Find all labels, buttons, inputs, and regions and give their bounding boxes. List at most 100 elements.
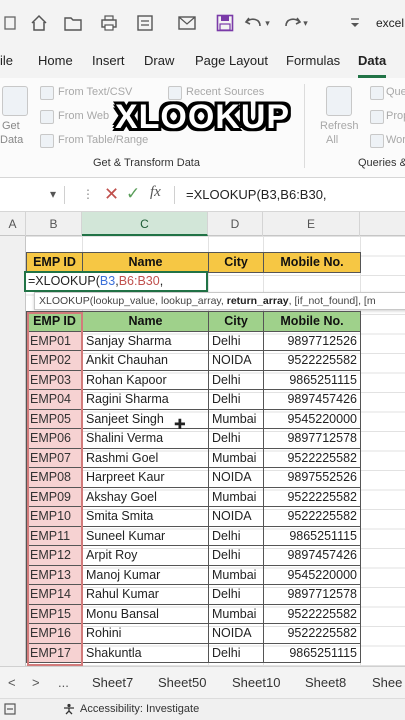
cell-city[interactable]: Delhi xyxy=(208,389,264,410)
cell-name[interactable]: Ragini Sharma xyxy=(82,389,209,410)
sheet-tab-sheet8[interactable]: Sheet8 xyxy=(305,675,346,690)
cell-mobile[interactable]: 9897712578 xyxy=(263,428,361,449)
sheet-tab-sheet50[interactable]: Sheet50 xyxy=(158,675,206,690)
ribbon-options-icon[interactable] xyxy=(2,12,18,34)
cell-city[interactable]: Delhi xyxy=(208,584,264,605)
cell-city[interactable]: Mumbai xyxy=(208,408,264,429)
form-icon[interactable] xyxy=(134,12,156,34)
cell-name[interactable]: Rashmi Goel xyxy=(82,447,209,468)
cell-emp-id[interactable]: EMP01 xyxy=(26,330,83,351)
more-sheets-button[interactable]: ... xyxy=(58,675,69,690)
cell-mobile[interactable]: 9522225582 xyxy=(263,447,361,468)
column-header-E[interactable]: E xyxy=(263,212,360,236)
cell-emp-id[interactable]: EMP10 xyxy=(26,506,83,527)
cell-name[interactable]: Smita Smita xyxy=(82,506,209,527)
cell-emp-id[interactable]: EMP13 xyxy=(26,564,83,585)
cell-emp-id[interactable]: EMP11 xyxy=(26,525,83,546)
cell-mobile[interactable]: 9897712578 xyxy=(263,584,361,605)
tab-insert[interactable]: Insert xyxy=(92,53,125,68)
cell-mobile[interactable]: 9865251115 xyxy=(263,642,361,663)
cell-mobile[interactable]: 9522225582 xyxy=(263,603,361,624)
insert-function-icon[interactable]: fx xyxy=(150,184,161,201)
cell-mobile[interactable]: 9897457426 xyxy=(263,389,361,410)
tab-draw[interactable]: Draw xyxy=(144,53,174,68)
cell-city[interactable]: Delhi xyxy=(208,545,264,566)
next-sheet-button[interactable]: > xyxy=(32,675,40,690)
cell-name[interactable]: Arpit Roy xyxy=(82,545,209,566)
name-box-dropdown-icon[interactable]: ▾ xyxy=(50,187,56,201)
function-tooltip[interactable]: XLOOKUP(lookup_value, lookup_array, retu… xyxy=(34,292,405,310)
cell-city[interactable]: Mumbai xyxy=(208,603,264,624)
cell-mobile[interactable]: 9522225582 xyxy=(263,350,361,371)
cell-city[interactable]: Delhi xyxy=(208,642,264,663)
queries-button[interactable]: Que xyxy=(386,86,405,98)
header-emp-id[interactable]: EMP ID xyxy=(26,311,83,332)
cell-city[interactable]: Delhi xyxy=(208,369,264,390)
tab-formulas[interactable]: Formulas xyxy=(286,53,340,68)
recent-sources-button[interactable]: Recent Sources xyxy=(186,86,264,98)
redo-icon[interactable]: ▾ xyxy=(282,12,308,34)
cell-name[interactable]: Sanjay Sharma xyxy=(82,330,209,351)
cell-emp-id[interactable]: EMP09 xyxy=(26,486,83,507)
cell-city[interactable]: NOIDA xyxy=(208,467,264,488)
cell-name[interactable]: Sanjeet Singh xyxy=(82,408,209,429)
cell-mobile[interactable]: 9545220000 xyxy=(263,564,361,585)
from-text-csv-button[interactable]: From Text/CSV xyxy=(58,86,132,98)
cell-name[interactable]: Suneel Kumar xyxy=(82,525,209,546)
tab-data[interactable]: Data xyxy=(358,53,386,68)
cell-emp-id[interactable]: EMP14 xyxy=(26,584,83,605)
sheet-tab-partial[interactable]: Shee xyxy=(372,675,402,690)
cell-name[interactable]: Harpreet Kaur xyxy=(82,467,209,488)
cell-name[interactable]: Ankit Chauhan xyxy=(82,350,209,371)
cell-city[interactable]: NOIDA xyxy=(208,350,264,371)
cell-emp-id[interactable]: EMP07 xyxy=(26,447,83,468)
cell-name[interactable]: Manoj Kumar xyxy=(82,564,209,585)
home-icon[interactable] xyxy=(28,12,50,34)
cell-city[interactable]: NOIDA xyxy=(208,506,264,527)
header-emp-id[interactable]: EMP ID xyxy=(26,252,83,273)
cell-mobile[interactable]: 9897552526 xyxy=(263,467,361,488)
cancel-icon[interactable]: ✕ xyxy=(104,184,119,205)
active-cell-editor[interactable]: =XLOOKUP(B3,B6:B30, xyxy=(24,271,208,292)
cell-name[interactable]: Rohan Kapoor xyxy=(82,369,209,390)
header-city[interactable]: City xyxy=(208,252,264,273)
cell-emp-id[interactable]: EMP17 xyxy=(26,642,83,663)
header-mobile[interactable]: Mobile No. xyxy=(263,311,361,332)
cell-city[interactable]: Mumbai xyxy=(208,447,264,468)
worksheet-grid[interactable]: EMP ID Name City Mobile No. =XLOOKUP(B3,… xyxy=(0,236,405,666)
cell-city[interactable]: NOIDA xyxy=(208,623,264,644)
column-header-D[interactable]: D xyxy=(208,212,263,236)
column-header-B[interactable]: B xyxy=(26,212,82,236)
cell-mobile[interactable]: 9897457426 xyxy=(263,545,361,566)
customize-qat-icon[interactable] xyxy=(348,12,362,34)
column-header-A[interactable]: A xyxy=(0,212,26,236)
accessibility-status[interactable]: Accessibility: Investigate xyxy=(80,703,199,715)
cell-name[interactable]: Shakuntla xyxy=(82,642,209,663)
header-mobile[interactable]: Mobile No. xyxy=(263,252,361,273)
cell-city[interactable]: Delhi xyxy=(208,330,264,351)
cell-mobile[interactable]: 9522225582 xyxy=(263,486,361,507)
cell-emp-id[interactable]: EMP08 xyxy=(26,467,83,488)
cell-emp-id[interactable]: EMP15 xyxy=(26,603,83,624)
tab-page-layout[interactable]: Page Layout xyxy=(195,53,268,68)
cell-mobile[interactable]: 9897712526 xyxy=(263,330,361,351)
tab-file[interactable]: ile xyxy=(0,53,13,68)
cell-emp-id[interactable]: EMP02 xyxy=(26,350,83,371)
enter-check-icon[interactable]: ✓ xyxy=(126,184,140,204)
cell-name[interactable]: Monu Bansal xyxy=(82,603,209,624)
cell-mobile[interactable]: 9522225582 xyxy=(263,506,361,527)
folder-icon[interactable] xyxy=(62,12,84,34)
header-name[interactable]: Name xyxy=(82,252,209,273)
cell-emp-id[interactable]: EMP04 xyxy=(26,389,83,410)
header-city[interactable]: City xyxy=(208,311,264,332)
cell-name[interactable]: Rohini xyxy=(82,623,209,644)
sheet-tab-sheet10[interactable]: Sheet10 xyxy=(232,675,280,690)
email-icon[interactable] xyxy=(176,12,198,34)
cell-emp-id[interactable]: EMP03 xyxy=(26,369,83,390)
cell-mobile[interactable]: 9865251115 xyxy=(263,525,361,546)
sheet-tab-sheet7[interactable]: Sheet7 xyxy=(92,675,133,690)
cell-name[interactable]: Shalini Verma xyxy=(82,428,209,449)
cell-city[interactable]: Mumbai xyxy=(208,486,264,507)
cell-emp-id[interactable]: EMP16 xyxy=(26,623,83,644)
undo-icon[interactable]: ▾ xyxy=(244,12,270,34)
